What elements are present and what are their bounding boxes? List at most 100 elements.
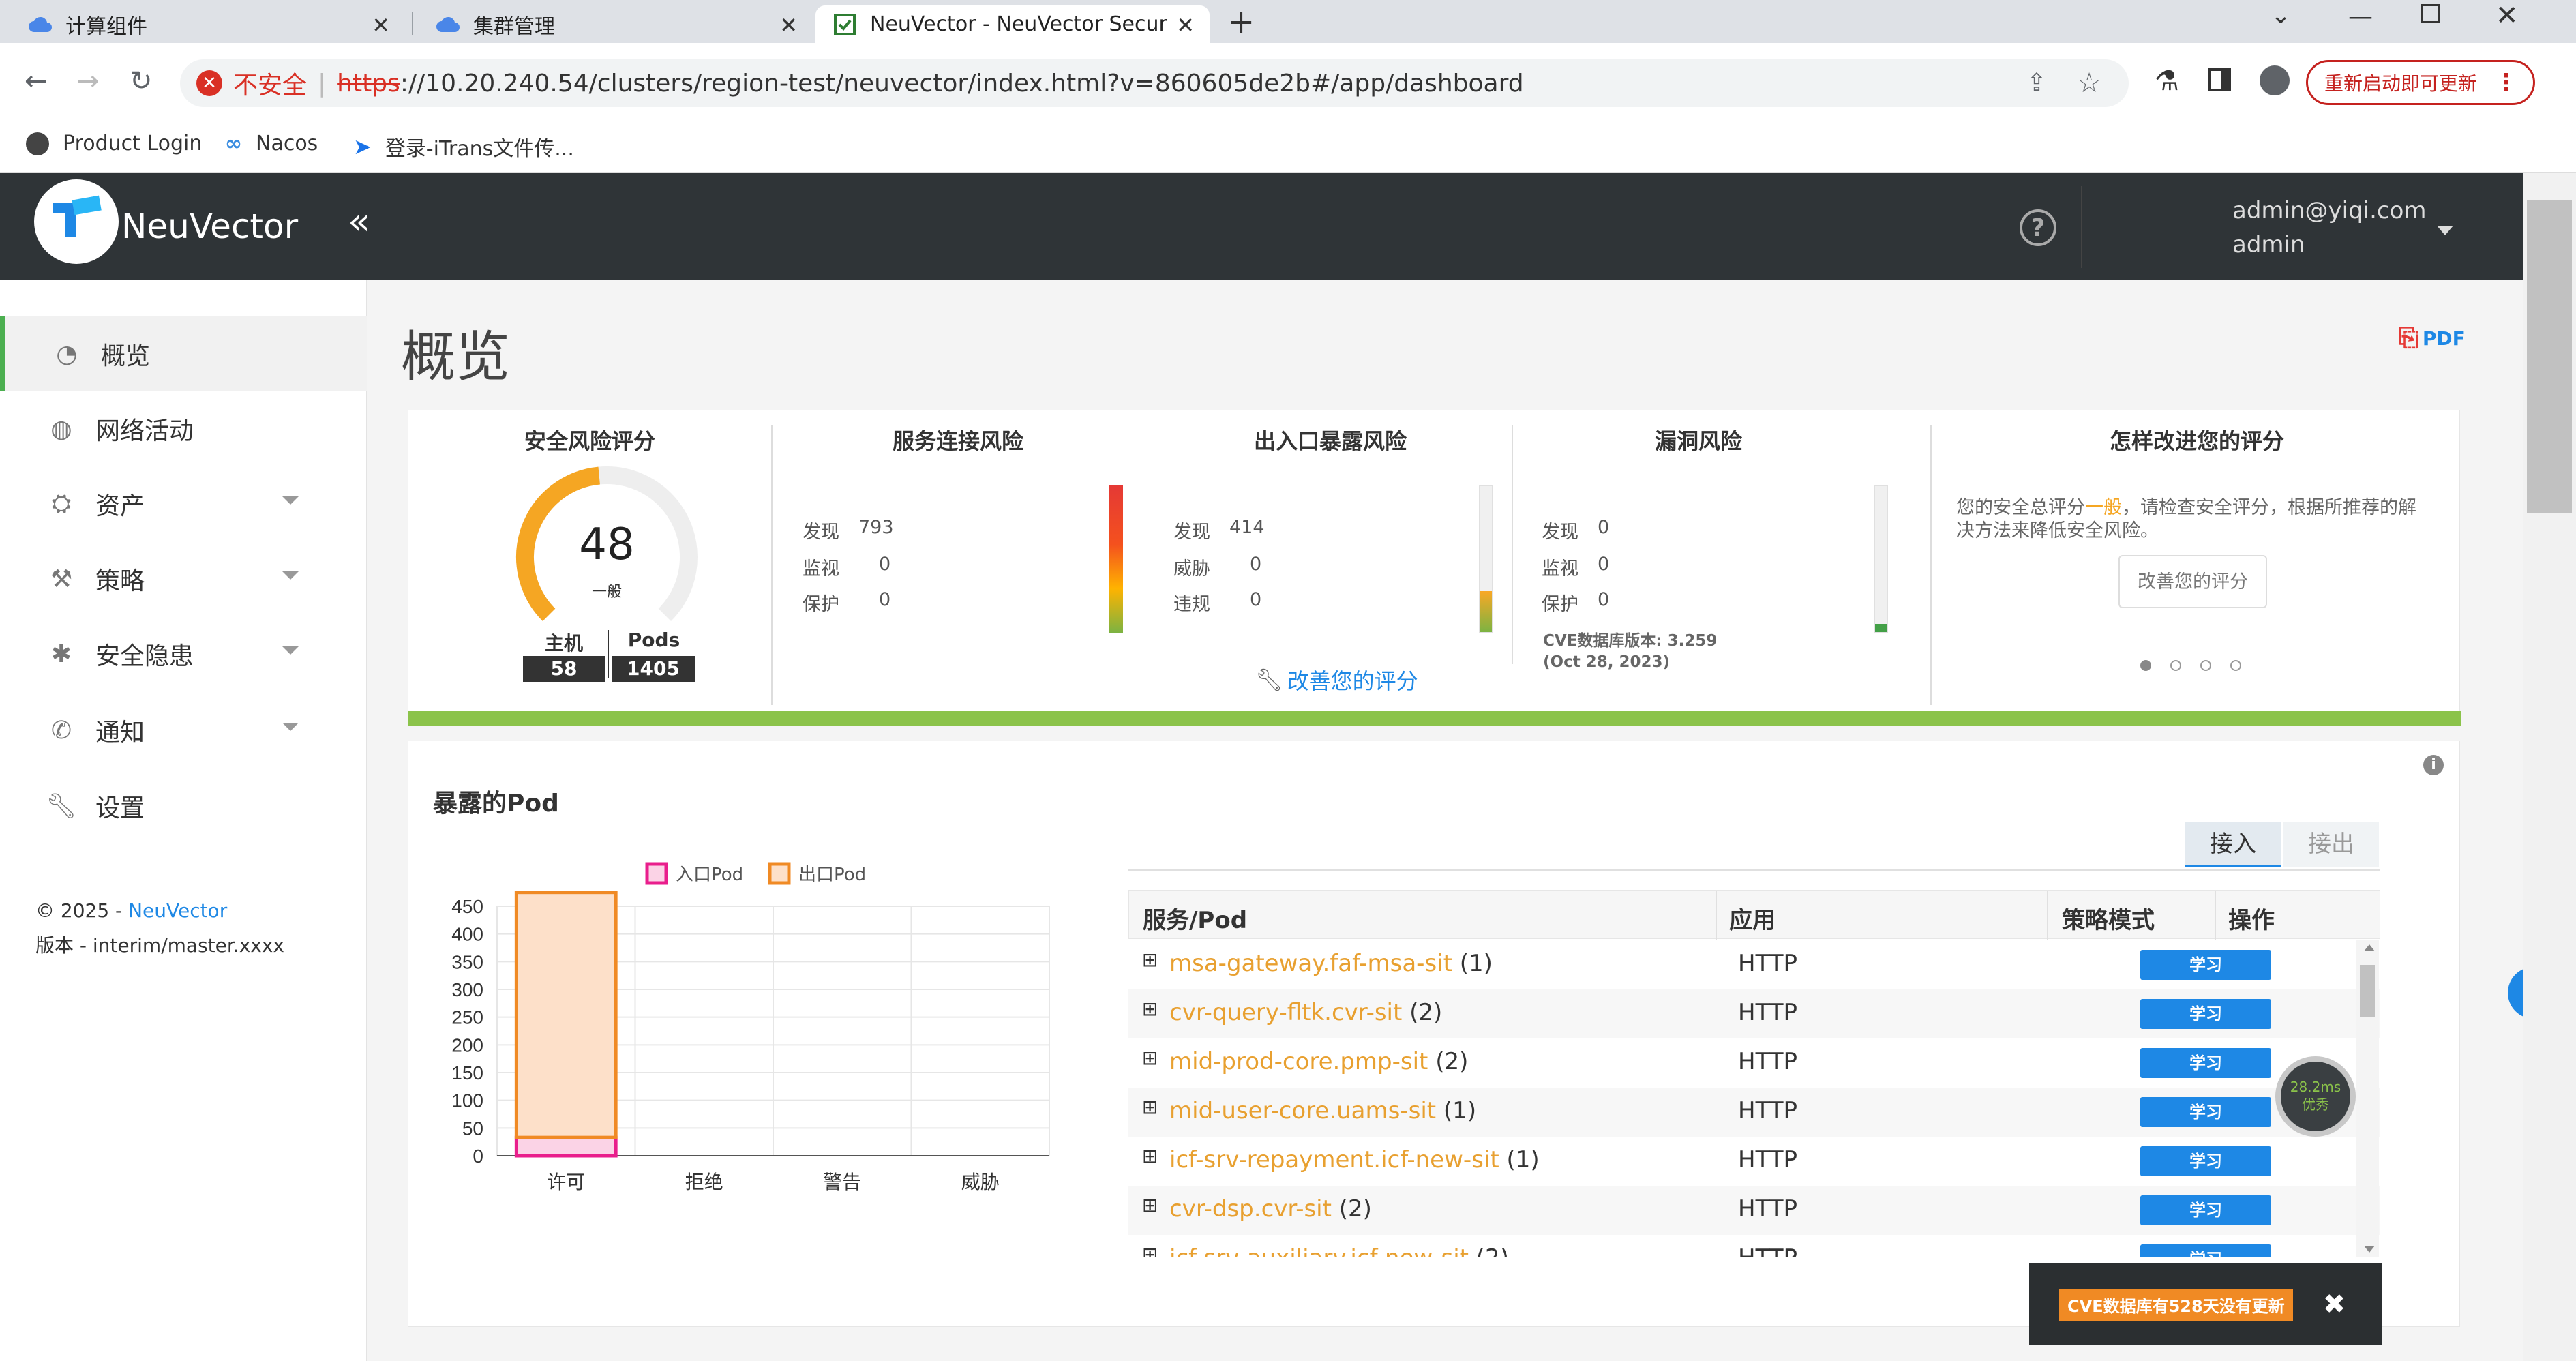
profile-avatar-icon[interactable] bbox=[2260, 65, 2290, 95]
how-improve-title: 怎样改进您的评分 bbox=[2109, 428, 2284, 454]
expand-row-icon[interactable]: ⊞ bbox=[1142, 948, 1158, 971]
pdf-button[interactable]: ⎘ PDF bbox=[2399, 324, 2466, 353]
legend-swatch bbox=[768, 862, 791, 885]
not-secure-icon[interactable]: ✕ bbox=[196, 70, 222, 96]
share-icon[interactable]: ⇪ bbox=[2026, 69, 2047, 97]
column-header-app[interactable]: 应用 bbox=[1729, 901, 1776, 935]
sidebar-item-security-risks[interactable]: ✱ 安全隐患 bbox=[0, 616, 367, 691]
copyright-prefix: © 2025 - bbox=[35, 899, 129, 922]
service-protect-label: 保护 bbox=[803, 594, 839, 615]
vuln-monitor-value: 0 bbox=[1598, 554, 1610, 575]
page-scrollbar-thumb[interactable] bbox=[2527, 200, 2572, 513]
improve-score-link[interactable]: 🔧︎ 改善您的评分 bbox=[1255, 664, 1418, 696]
bookmark-item[interactable]: ∞ Nacos bbox=[225, 132, 318, 155]
sidebar-item-notifications[interactable]: ✆ 通知 bbox=[0, 693, 367, 768]
back-icon[interactable]: ← bbox=[25, 65, 48, 97]
expand-row-icon[interactable]: ⊞ bbox=[1142, 998, 1158, 1020]
table-row[interactable]: ⊞ mid-user-core.uams-sit (1) HTTP 学习 bbox=[1128, 1088, 2380, 1137]
restore-icon[interactable] bbox=[2421, 4, 2440, 23]
carousel-dot[interactable] bbox=[2200, 660, 2211, 671]
sidebar-item-settings[interactable]: 🔧︎ 设置 bbox=[0, 768, 367, 843]
window-close-icon[interactable]: ✕ bbox=[2496, 0, 2519, 31]
pod-name-link[interactable]: cvr-query-fltk.cvr-sit bbox=[1169, 999, 1402, 1026]
sidebar-item-policy[interactable]: ⚒ 策略 bbox=[0, 541, 367, 616]
divider bbox=[1716, 891, 1717, 940]
help-icon[interactable]: ? bbox=[2020, 209, 2056, 246]
tab-egress[interactable]: 接出 bbox=[2283, 822, 2379, 867]
scroll-down-icon[interactable] bbox=[2364, 1246, 2375, 1253]
carousel-dot-active[interactable] bbox=[2140, 660, 2151, 671]
column-header-service-pod[interactable]: 服务/Pod bbox=[1143, 901, 1247, 935]
carousel-dot[interactable] bbox=[2170, 660, 2181, 671]
update-button[interactable]: 重新启动即可更新 ⋮ bbox=[2306, 60, 2535, 105]
url-scheme: https bbox=[337, 69, 400, 98]
tab-close-icon[interactable]: ✕ bbox=[1176, 12, 1195, 38]
expand-row-icon[interactable]: ⊞ bbox=[1142, 1047, 1158, 1069]
forward-icon[interactable]: → bbox=[76, 65, 100, 97]
new-tab-icon[interactable]: + bbox=[1227, 3, 1255, 41]
user-role[interactable]: admin bbox=[2232, 231, 2305, 258]
table-row[interactable]: ⊞ cvr-query-fltk.cvr-sit (2) HTTP 学习 bbox=[1128, 989, 2380, 1038]
expand-row-icon[interactable]: ⊞ bbox=[1142, 1194, 1158, 1216]
globe-icon: ◍ bbox=[50, 415, 72, 443]
table-row[interactable]: ⊞ msa-gateway.faf-msa-sit (1) HTTP 学习 bbox=[1128, 940, 2380, 989]
neuvector-link[interactable]: NeuVector bbox=[128, 899, 227, 922]
app-logo-icon[interactable] bbox=[34, 179, 119, 264]
scrollbar-thumb[interactable] bbox=[2360, 965, 2375, 1017]
table-row[interactable]: ⊞ icf-srv-repayment.icf-new-sit (1) HTTP… bbox=[1128, 1137, 2380, 1186]
exposed-pods-title: 暴露的Pod bbox=[433, 790, 559, 818]
pod-name-link[interactable]: mid-prod-core.pmp-sit bbox=[1169, 1048, 1428, 1075]
expand-row-icon[interactable]: ⊞ bbox=[1142, 1145, 1158, 1167]
lab-flask-icon[interactable]: ⚗ bbox=[2155, 65, 2179, 97]
bookmark-item[interactable]: ➤ 登录-iTrans文件传... bbox=[353, 132, 574, 162]
pod-name-link[interactable]: mid-user-core.uams-sit bbox=[1169, 1097, 1436, 1124]
sidebar-item-overview[interactable]: ◔ 概览 bbox=[0, 316, 367, 391]
user-email[interactable]: admin@yiqi.com bbox=[2232, 197, 2427, 224]
pod-name-link[interactable]: cvr-dsp.cvr-sit bbox=[1169, 1195, 1332, 1223]
sidebar-item-network-activity[interactable]: ◍ 网络活动 bbox=[0, 391, 367, 466]
collapse-sidebar-icon[interactable]: « bbox=[348, 200, 370, 243]
toast-close-icon[interactable]: ✖ bbox=[2323, 1289, 2346, 1320]
tab-close-icon[interactable]: ✕ bbox=[372, 12, 390, 38]
user-menu-chevron-icon[interactable] bbox=[2437, 226, 2453, 235]
table-scrollbar[interactable] bbox=[2356, 940, 2379, 1257]
pods-table-body[interactable]: ⊞ msa-gateway.faf-msa-sit (1) HTTP 学习 ⊞ … bbox=[1128, 940, 2380, 1257]
divider bbox=[2047, 891, 2048, 940]
table-row[interactable]: ⊞ cvr-dsp.cvr-sit (2) HTTP 学习 bbox=[1128, 1186, 2380, 1235]
expand-row-icon[interactable]: ⊞ bbox=[1142, 1243, 1158, 1257]
y-tick-label: 450 bbox=[451, 896, 483, 917]
expand-row-icon[interactable]: ⊞ bbox=[1142, 1096, 1158, 1118]
minimize-icon[interactable]: — bbox=[2348, 3, 2373, 31]
tab-search-chevron-icon[interactable]: ⌄ bbox=[2271, 1, 2291, 29]
page-scrollbar[interactable] bbox=[2523, 173, 2576, 1361]
info-icon[interactable]: i bbox=[2423, 755, 2444, 775]
bookmark-item[interactable]: Product Login bbox=[26, 132, 202, 155]
carousel-dot[interactable] bbox=[2230, 660, 2241, 671]
security-label[interactable]: 不安全 bbox=[233, 65, 307, 101]
browser-tab[interactable]: 集群管理 ✕ bbox=[419, 5, 813, 43]
tab-ingress[interactable]: 接入 bbox=[2185, 822, 2281, 867]
scroll-up-icon[interactable] bbox=[2364, 944, 2375, 951]
x-tick-label: 警告 bbox=[823, 1171, 861, 1193]
vuln-risk-level-bar bbox=[1874, 485, 1888, 633]
reload-icon[interactable]: ↻ bbox=[130, 65, 153, 97]
column-header-action[interactable]: 操作 bbox=[2228, 901, 2275, 935]
pod-name-link[interactable]: icf-srv-repayment.icf-new-sit bbox=[1169, 1146, 1499, 1173]
side-panel-icon[interactable] bbox=[2208, 68, 2231, 91]
address-bar[interactable]: ✕ 不安全 | https ://10.20.240.54/clusters/r… bbox=[180, 59, 2129, 107]
column-header-policy-mode[interactable]: 策略模式 bbox=[2062, 901, 2155, 935]
service-discover-label: 发现 bbox=[803, 522, 839, 543]
star-icon[interactable]: ☆ bbox=[2077, 68, 2101, 99]
network-latency-badge[interactable]: 28.2ms 优秀 bbox=[2275, 1056, 2356, 1137]
bookmark-label: Nacos bbox=[256, 132, 318, 155]
improve-score-button[interactable]: 改善您的评分 bbox=[2118, 555, 2267, 608]
browser-tab-active[interactable]: NeuVector - NeuVector Secur ✕ bbox=[815, 5, 1210, 43]
pod-name-link[interactable]: icf-srv-auxiliary.icf-new-sit bbox=[1169, 1244, 1469, 1257]
pod-name-link[interactable]: msa-gateway.faf-msa-sit bbox=[1169, 950, 1452, 977]
sidebar-item-assets[interactable]: ⛭ 资产 bbox=[0, 466, 367, 541]
logo-text[interactable]: NeuVector bbox=[121, 207, 298, 246]
table-row[interactable]: ⊞ mid-prod-core.pmp-sit (2) HTTP 学习 bbox=[1128, 1038, 2380, 1088]
browser-tab[interactable]: 计算组件 ✕ bbox=[11, 5, 405, 43]
table-row[interactable]: ⊞ icf-srv-auxiliary.icf-new-sit (2) HTTP… bbox=[1128, 1235, 2380, 1257]
tab-close-icon[interactable]: ✕ bbox=[779, 12, 798, 38]
